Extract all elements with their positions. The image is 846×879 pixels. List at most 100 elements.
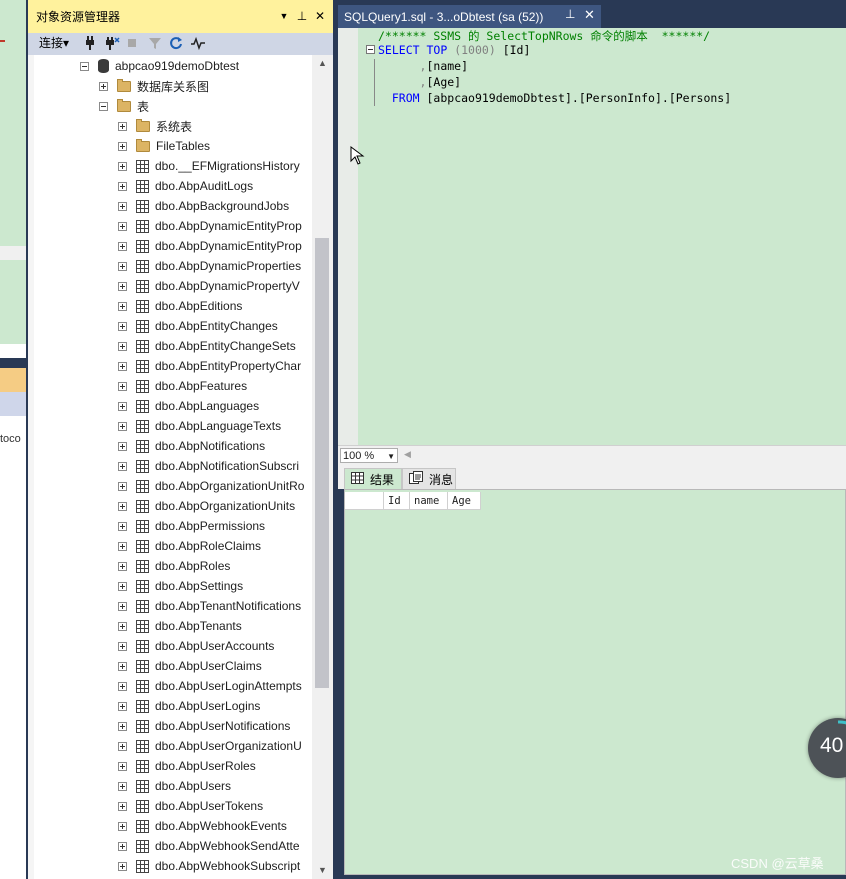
stop-icon[interactable] (126, 35, 138, 51)
expand-toggle[interactable] (118, 301, 127, 311)
expand-toggle[interactable] (118, 701, 127, 711)
expand-toggle[interactable] (118, 321, 127, 331)
tree-node-tables[interactable]: 表 (99, 96, 149, 116)
expand-toggle[interactable] (118, 561, 127, 571)
expand-toggle[interactable] (118, 841, 127, 851)
tree-node-table[interactable]: dbo.AbpSettings (118, 576, 243, 596)
pin-tab-icon[interactable]: ⊥ (565, 7, 575, 21)
expand-toggle[interactable] (118, 661, 127, 671)
tree-node-table[interactable]: dbo.AbpUserLoginAttempts (118, 676, 302, 696)
tree-node-table[interactable]: dbo.AbpDynamicProperties (118, 256, 301, 276)
expand-toggle[interactable] (118, 441, 127, 451)
tree-node-table[interactable]: dbo.AbpWebhookSendAtte (118, 836, 300, 856)
tree-node-table[interactable]: dbo.AbpEntityChangeSets (118, 336, 296, 356)
tree-node-table[interactable]: dbo.AbpTenantNotifications (118, 596, 301, 616)
tree-node-database[interactable]: abpcao919demoDbtest (80, 56, 239, 76)
tree-node-table[interactable]: dbo.AbpPermissions (118, 516, 265, 536)
expand-toggle[interactable] (118, 721, 127, 731)
expand-toggle[interactable] (99, 81, 108, 91)
tree-node-table[interactable]: dbo.AbpUserOrganizationU (118, 736, 302, 756)
connect-button[interactable]: 连接▾ (39, 35, 69, 51)
scroll-down-arrow-icon[interactable]: ▼ (312, 862, 333, 879)
tree-node-table[interactable]: dbo.AbpFeatures (118, 376, 247, 396)
tree-node-table[interactable]: dbo.AbpDynamicPropertyV (118, 276, 300, 296)
refresh-icon[interactable] (169, 35, 183, 51)
expand-toggle[interactable] (118, 201, 127, 211)
expand-toggle[interactable] (118, 681, 127, 691)
tree-node-table[interactable]: dbo.AbpUserAccounts (118, 636, 274, 656)
expand-toggle[interactable] (118, 401, 127, 411)
tree-node-table[interactable]: dbo.AbpUserClaims (118, 656, 262, 676)
horizontal-scroll-left-icon[interactable]: ◀ (404, 449, 411, 460)
close-tab-icon[interactable]: ✕ (584, 7, 595, 23)
expand-toggle[interactable] (118, 821, 127, 831)
code-fold-toggle[interactable] (366, 45, 375, 54)
expand-toggle[interactable] (118, 801, 127, 811)
activity-monitor-icon[interactable] (190, 35, 206, 51)
tree-node-table[interactable]: dbo.AbpEntityPropertyChar (118, 356, 301, 376)
tree-node-filetables[interactable]: FileTables (118, 136, 210, 156)
close-panel-icon[interactable]: ✕ (312, 7, 328, 25)
filter-icon[interactable] (148, 35, 162, 51)
expand-toggle[interactable] (118, 381, 127, 391)
tree-node-table[interactable]: dbo.AbpUserLogins (118, 696, 260, 716)
tab-results[interactable]: 结果 (344, 468, 402, 489)
scroll-up-arrow-icon[interactable]: ▲ (312, 55, 333, 72)
tree-node-table[interactable]: dbo.AbpLanguageTexts (118, 416, 281, 436)
tree-node-table[interactable]: dbo.AbpUserRoles (118, 756, 256, 776)
expand-toggle[interactable] (118, 501, 127, 511)
object-explorer-scrollbar[interactable]: ▲ ▼ (312, 55, 333, 879)
expand-toggle[interactable] (118, 141, 127, 151)
expand-toggle[interactable] (118, 361, 127, 371)
collapse-toggle[interactable] (80, 61, 89, 71)
window-position-dropdown-icon[interactable]: ▼ (276, 7, 292, 25)
tree-node-table[interactable]: dbo.AbpDynamicEntityProp (118, 236, 302, 256)
expand-toggle[interactable] (118, 161, 127, 171)
expand-toggle[interactable] (118, 421, 127, 431)
expand-toggle[interactable] (118, 121, 127, 131)
tree-node-table[interactable]: dbo.AbpUsers (118, 776, 231, 796)
expand-toggle[interactable] (118, 781, 127, 791)
tree-node-diagrams[interactable]: 数据库关系图 (99, 76, 209, 96)
sql-code-editor[interactable]: /****** SSMS 的 SelectTopNRows 命令的脚本 ****… (338, 28, 846, 445)
expand-toggle[interactable] (118, 261, 127, 271)
expand-toggle[interactable] (118, 641, 127, 651)
expand-toggle[interactable] (118, 341, 127, 351)
collapse-toggle[interactable] (99, 101, 108, 111)
grid-column-header[interactable]: Id (384, 492, 410, 510)
grid-corner-cell[interactable] (345, 492, 384, 510)
expand-toggle[interactable] (118, 581, 127, 591)
tree-node-table[interactable]: dbo.__EFMigrationsHistory (118, 156, 300, 176)
expand-toggle[interactable] (118, 241, 127, 251)
tree-node-system-tables[interactable]: 系统表 (118, 116, 192, 136)
expand-toggle[interactable] (118, 461, 127, 471)
expand-toggle[interactable] (118, 281, 127, 291)
grid-column-header[interactable]: Age (448, 492, 481, 510)
expand-toggle[interactable] (118, 601, 127, 611)
tree-node-table[interactable]: dbo.AbpNotifications (118, 436, 265, 456)
expand-toggle[interactable] (118, 221, 127, 231)
expand-toggle[interactable] (118, 521, 127, 531)
tab-messages[interactable]: 消息 (402, 468, 456, 489)
tree-node-table[interactable]: dbo.AbpNotificationSubscri (118, 456, 299, 476)
expand-toggle[interactable] (118, 761, 127, 771)
tree-node-table[interactable]: dbo.AbpWebhookEvents (118, 816, 287, 836)
tree-node-table[interactable]: dbo.AbpEntityChanges (118, 316, 278, 336)
tree-node-table[interactable]: dbo.AbpDynamicEntityProp (118, 216, 302, 236)
tree-node-table[interactable]: dbo.AbpOrganizationUnits (118, 496, 295, 516)
results-grid[interactable]: Id name Age (345, 492, 481, 510)
auto-hide-pin-icon[interactable]: ⊥ (294, 7, 310, 25)
grid-column-header[interactable]: name (410, 492, 448, 510)
expand-toggle[interactable] (118, 741, 127, 751)
tree-node-table[interactable]: dbo.AbpUserNotifications (118, 716, 290, 736)
tree-node-table[interactable]: dbo.AbpRoles (118, 556, 230, 576)
expand-toggle[interactable] (118, 861, 127, 871)
tree-node-table[interactable]: dbo.AbpTenants (118, 616, 242, 636)
query-document-tab[interactable]: SQLQuery1.sql - 3...oDbtest (sa (52)) ⊥ … (338, 5, 601, 28)
disconnect-plug-icon[interactable] (104, 35, 120, 51)
expand-toggle[interactable] (118, 541, 127, 551)
tree-node-table[interactable]: dbo.AbpBackgroundJobs (118, 196, 289, 216)
expand-toggle[interactable] (118, 621, 127, 631)
scrollbar-thumb[interactable] (315, 238, 329, 688)
tree-node-table[interactable]: dbo.AbpEditions (118, 296, 242, 316)
